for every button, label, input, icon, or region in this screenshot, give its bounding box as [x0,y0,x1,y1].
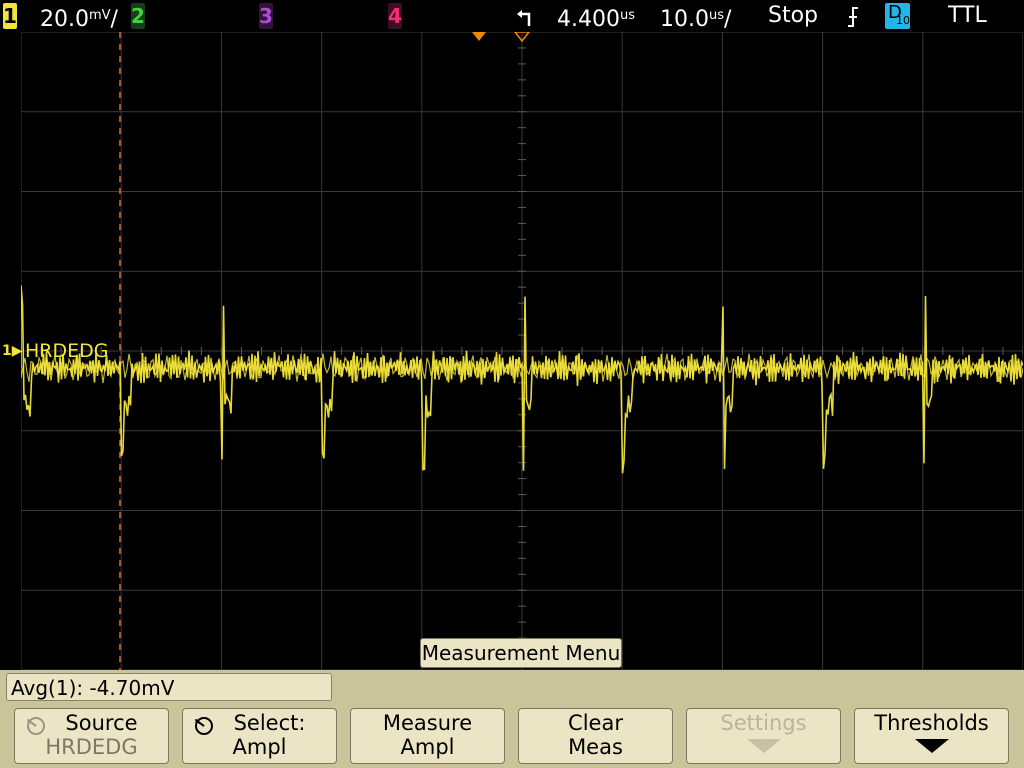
source-softkey[interactable]: Source HRDEDG [14,708,169,764]
trigger-source-badge[interactable]: D 10 [885,3,910,29]
settings-softkey[interactable]: Settings [686,708,841,764]
timebase-unit: us [708,8,724,23]
source-softkey-value: HRDEDG [45,735,138,759]
submenu-arrow-icon [746,739,781,753]
select-softkey-label: Select: [233,711,306,735]
channel-1-scale-unit: mV [88,8,111,23]
measurement-menu-title: Measurement Menu [420,638,622,668]
channel-4-number: 4 [388,4,402,28]
channel-1-indicator[interactable]: 1 [3,3,17,29]
measurement-readout: Avg(1): -4.70mV [6,673,332,701]
delay-icon [517,10,531,26]
threshold-text: TTL [948,3,987,28]
channel-1-scale-value: 20.0 [40,7,89,32]
select-softkey[interactable]: Select: Ampl [182,708,337,764]
clear-meas-softkey-value: Meas [568,735,623,759]
channel-3-number: 3 [259,4,273,28]
run-state-text: Stop [768,3,819,28]
timebase-value: 10.0 [660,7,709,32]
select-softkey-value: Ampl [232,735,287,759]
timebase-readout: 10.0us/ [660,7,732,32]
measure-softkey-label: Measure [382,711,473,735]
trigger-position-marker [472,32,530,43]
channel-1-ground-marker[interactable]: 1▶ [2,343,23,359]
trigger-source-number: 10 [896,14,910,27]
status-bar: 1 20.0mV/ 2 3 4 4.400us 10.0us/ Stop D 1… [0,0,1024,32]
clear-meas-softkey-label: Clear [568,711,623,735]
thresholds-softkey[interactable]: Thresholds [854,708,1009,764]
delay-readout: 4.400us [557,3,635,33]
measure-softkey[interactable]: Measure Ampl [350,708,505,764]
clear-meas-softkey[interactable]: Clear Meas [518,708,673,764]
channel-1-number: 1 [3,4,17,28]
submenu-arrow-icon [914,739,949,753]
falling-edge-icon [848,7,858,27]
delay-value: 4.400 [557,7,620,32]
threshold-readout: TTL [948,3,987,29]
channel-1-label: HRDEDG [25,340,109,362]
channel-2-number: 2 [131,4,145,28]
channel-1-scale: 20.0mV/ [40,7,118,32]
channel-3-indicator[interactable]: 3 [259,3,273,29]
waveform-display [21,32,1023,670]
channel-1-ground-marker-text: 1 [2,343,12,359]
channel-4-indicator[interactable]: 4 [388,3,402,29]
channel-2-indicator[interactable]: 2 [131,3,145,29]
measure-softkey-value: Ampl [400,735,455,759]
source-softkey-label: Source [65,711,138,735]
delay-unit: us [619,8,635,23]
thresholds-softkey-label: Thresholds [874,711,989,735]
channel-1-waveform [21,285,1023,474]
run-state: Stop [768,3,818,29]
settings-softkey-label: Settings [720,711,807,735]
